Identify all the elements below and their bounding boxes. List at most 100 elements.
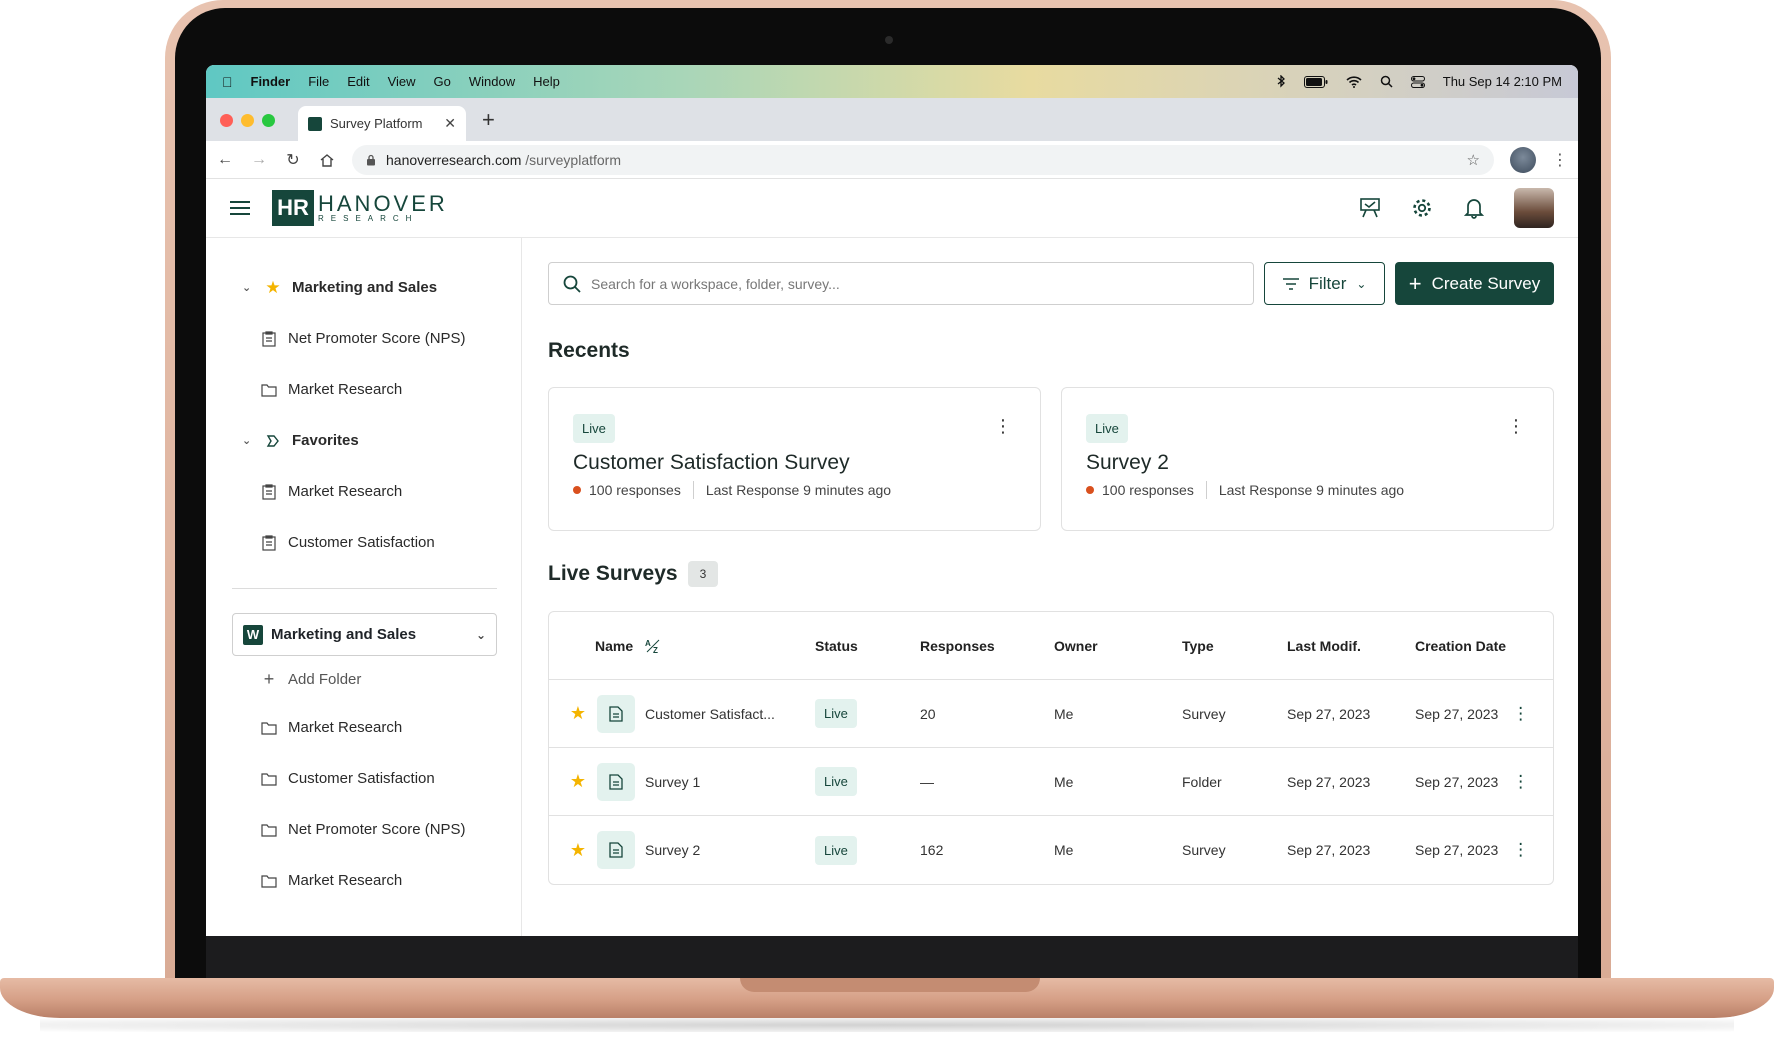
more-options-icon[interactable]: ⋮	[1512, 772, 1529, 792]
battery-icon[interactable]	[1303, 75, 1328, 88]
chevron-down-icon[interactable]: ⌄	[242, 434, 256, 447]
search-box[interactable]	[548, 262, 1254, 305]
learning-icon[interactable]	[1358, 196, 1382, 220]
more-options-icon[interactable]: ⋮	[994, 416, 1012, 437]
menu-view[interactable]: View	[388, 74, 416, 89]
user-avatar[interactable]	[1514, 188, 1554, 228]
column-last-modified[interactable]: Last Modif.	[1287, 638, 1415, 654]
laptop-shadow	[40, 1018, 1734, 1032]
bezel-bottom	[206, 936, 1578, 978]
menu-finder[interactable]: Finder	[251, 74, 291, 89]
response-dot-icon	[1086, 486, 1094, 494]
close-window-button[interactable]	[220, 114, 233, 127]
hanover-logo[interactable]: HR HANOVER RESEARCH	[272, 190, 448, 226]
sidebar-item-nps[interactable]: Net Promoter Score (NPS)	[206, 313, 521, 364]
row-owner: Me	[1054, 773, 1074, 790]
table-row[interactable]: ★ Survey 2 Live 162 Me Survey Sep 27, 20…	[549, 816, 1553, 884]
column-owner[interactable]: Owner	[1054, 638, 1182, 654]
bluetooth-icon[interactable]	[1276, 74, 1286, 89]
column-responses[interactable]: Responses	[920, 638, 1054, 654]
chrome-menu-icon[interactable]: ⋮	[1552, 150, 1568, 170]
lock-icon	[367, 154, 375, 165]
row-owner: Me	[1054, 705, 1074, 722]
column-name[interactable]: Name AZ	[549, 638, 815, 654]
sidebar-item-customer-satisfaction[interactable]: Customer Satisfaction	[206, 517, 521, 568]
forward-icon[interactable]: →	[250, 151, 268, 169]
sidebar-folder-customer-satisfaction[interactable]: Customer Satisfaction	[206, 753, 521, 804]
reload-icon[interactable]: ↻	[284, 150, 302, 170]
bookmark-star-icon[interactable]: ☆	[1467, 151, 1480, 169]
live-count-badge: 3	[687, 561, 719, 587]
spotlight-icon[interactable]	[1380, 75, 1393, 88]
sidebar-group-marketing[interactable]: ⌄ ★ Marketing and Sales	[206, 262, 521, 313]
sidebar-item-market-research-fav[interactable]: Market Research	[206, 466, 521, 517]
header-actions	[1358, 188, 1554, 228]
chevron-down-icon[interactable]: ⌄	[242, 281, 256, 294]
minimize-window-button[interactable]	[241, 114, 254, 127]
column-creation-date[interactable]: Creation Date	[1415, 638, 1553, 654]
sidebar-folder-nps[interactable]: Net Promoter Score (NPS)	[206, 804, 521, 855]
table-row[interactable]: ★ Survey 1 Live — Me Folder Sep 27, 2023…	[549, 748, 1553, 816]
folder-icon	[260, 381, 278, 399]
new-tab-icon[interactable]: +	[482, 107, 495, 133]
card-responses: 100 responses	[589, 482, 681, 498]
zoom-window-button[interactable]	[262, 114, 275, 127]
favorite-star-icon[interactable]: ★	[569, 703, 587, 724]
chrome-profile-avatar[interactable]	[1510, 146, 1536, 173]
more-options-icon[interactable]: ⋮	[1512, 840, 1529, 860]
row-modified: Sep 27, 2023	[1287, 773, 1371, 790]
menu-go[interactable]: Go	[434, 74, 451, 89]
search-toolbar: Filter ⌄ + Create Survey	[548, 262, 1554, 305]
card-title: Customer Satisfaction Survey	[573, 451, 850, 474]
address-bar[interactable]: hanoverresearch.com /surveyplatform ☆	[352, 144, 1494, 175]
sidebar-item-market-research[interactable]: Market Research	[206, 364, 521, 415]
svg-text:A: A	[645, 639, 651, 648]
workspace-select[interactable]: W Marketing and Sales ⌄	[232, 613, 497, 656]
favorite-star-icon[interactable]: ★	[569, 771, 587, 792]
sort-az-icon[interactable]: AZ	[645, 638, 663, 654]
menu-file[interactable]: File	[308, 74, 329, 89]
search-input[interactable]	[591, 275, 1239, 292]
clock[interactable]: Thu Sep 14 2:10 PM	[1443, 74, 1562, 89]
favorite-star-icon[interactable]: ★	[569, 840, 587, 861]
wifi-icon[interactable]	[1346, 75, 1362, 88]
add-folder-button[interactable]: + Add Folder	[206, 656, 521, 702]
sidebar-group-favorites[interactable]: ⌄ Favorites	[206, 415, 521, 466]
recent-card[interactable]: Live Survey 2 100 responses Last Respons…	[1061, 387, 1554, 531]
plus-icon: +	[1408, 270, 1422, 296]
menu-icon[interactable]	[230, 201, 250, 215]
browser-tab[interactable]: Survey Platform ✕	[298, 106, 466, 141]
back-icon[interactable]: ←	[216, 151, 234, 169]
workspace-label: Marketing and Sales	[271, 626, 417, 643]
menu-edit[interactable]: Edit	[347, 74, 369, 89]
table-row[interactable]: ★ Customer Satisfact... Live 20 Me Surve…	[549, 680, 1553, 748]
close-tab-icon[interactable]: ✕	[444, 115, 456, 132]
gear-icon[interactable]	[1410, 196, 1434, 220]
menu-help[interactable]: Help	[533, 74, 560, 89]
filter-label: Filter	[1308, 273, 1347, 293]
recent-card[interactable]: Live Customer Satisfaction Survey 100 re…	[548, 387, 1041, 531]
home-icon[interactable]	[318, 152, 336, 168]
more-options-icon[interactable]: ⋮	[1512, 704, 1529, 724]
sidebar-folder-market-research[interactable]: Market Research	[206, 702, 521, 753]
row-name[interactable]: Customer Satisfact...	[645, 706, 775, 722]
logo-wordmark: HANOVER	[318, 191, 448, 216]
sidebar-folder-market-research-2[interactable]: Market Research	[206, 855, 521, 906]
row-created: Sep 27, 2023	[1415, 842, 1499, 858]
browser-tabstrip: Survey Platform ✕ +	[206, 98, 1578, 141]
apple-icon[interactable]: 	[222, 74, 233, 90]
bell-icon[interactable]	[1462, 196, 1486, 220]
row-name[interactable]: Survey 1	[645, 774, 700, 790]
filter-button[interactable]: Filter ⌄	[1264, 262, 1385, 305]
create-survey-button[interactable]: + Create Survey	[1395, 262, 1554, 305]
menu-window[interactable]: Window	[469, 74, 515, 89]
sidebar-group-label: Marketing and Sales	[292, 279, 438, 296]
star-icon: ★	[265, 277, 281, 297]
row-name[interactable]: Survey 2	[645, 842, 700, 858]
recents-title: Recents	[548, 339, 630, 362]
sidebar-item-label: Customer Satisfaction	[288, 770, 435, 787]
more-options-icon[interactable]: ⋮	[1507, 416, 1525, 437]
control-center-icon[interactable]	[1410, 75, 1425, 88]
column-status[interactable]: Status	[815, 638, 920, 654]
column-type[interactable]: Type	[1182, 638, 1287, 654]
